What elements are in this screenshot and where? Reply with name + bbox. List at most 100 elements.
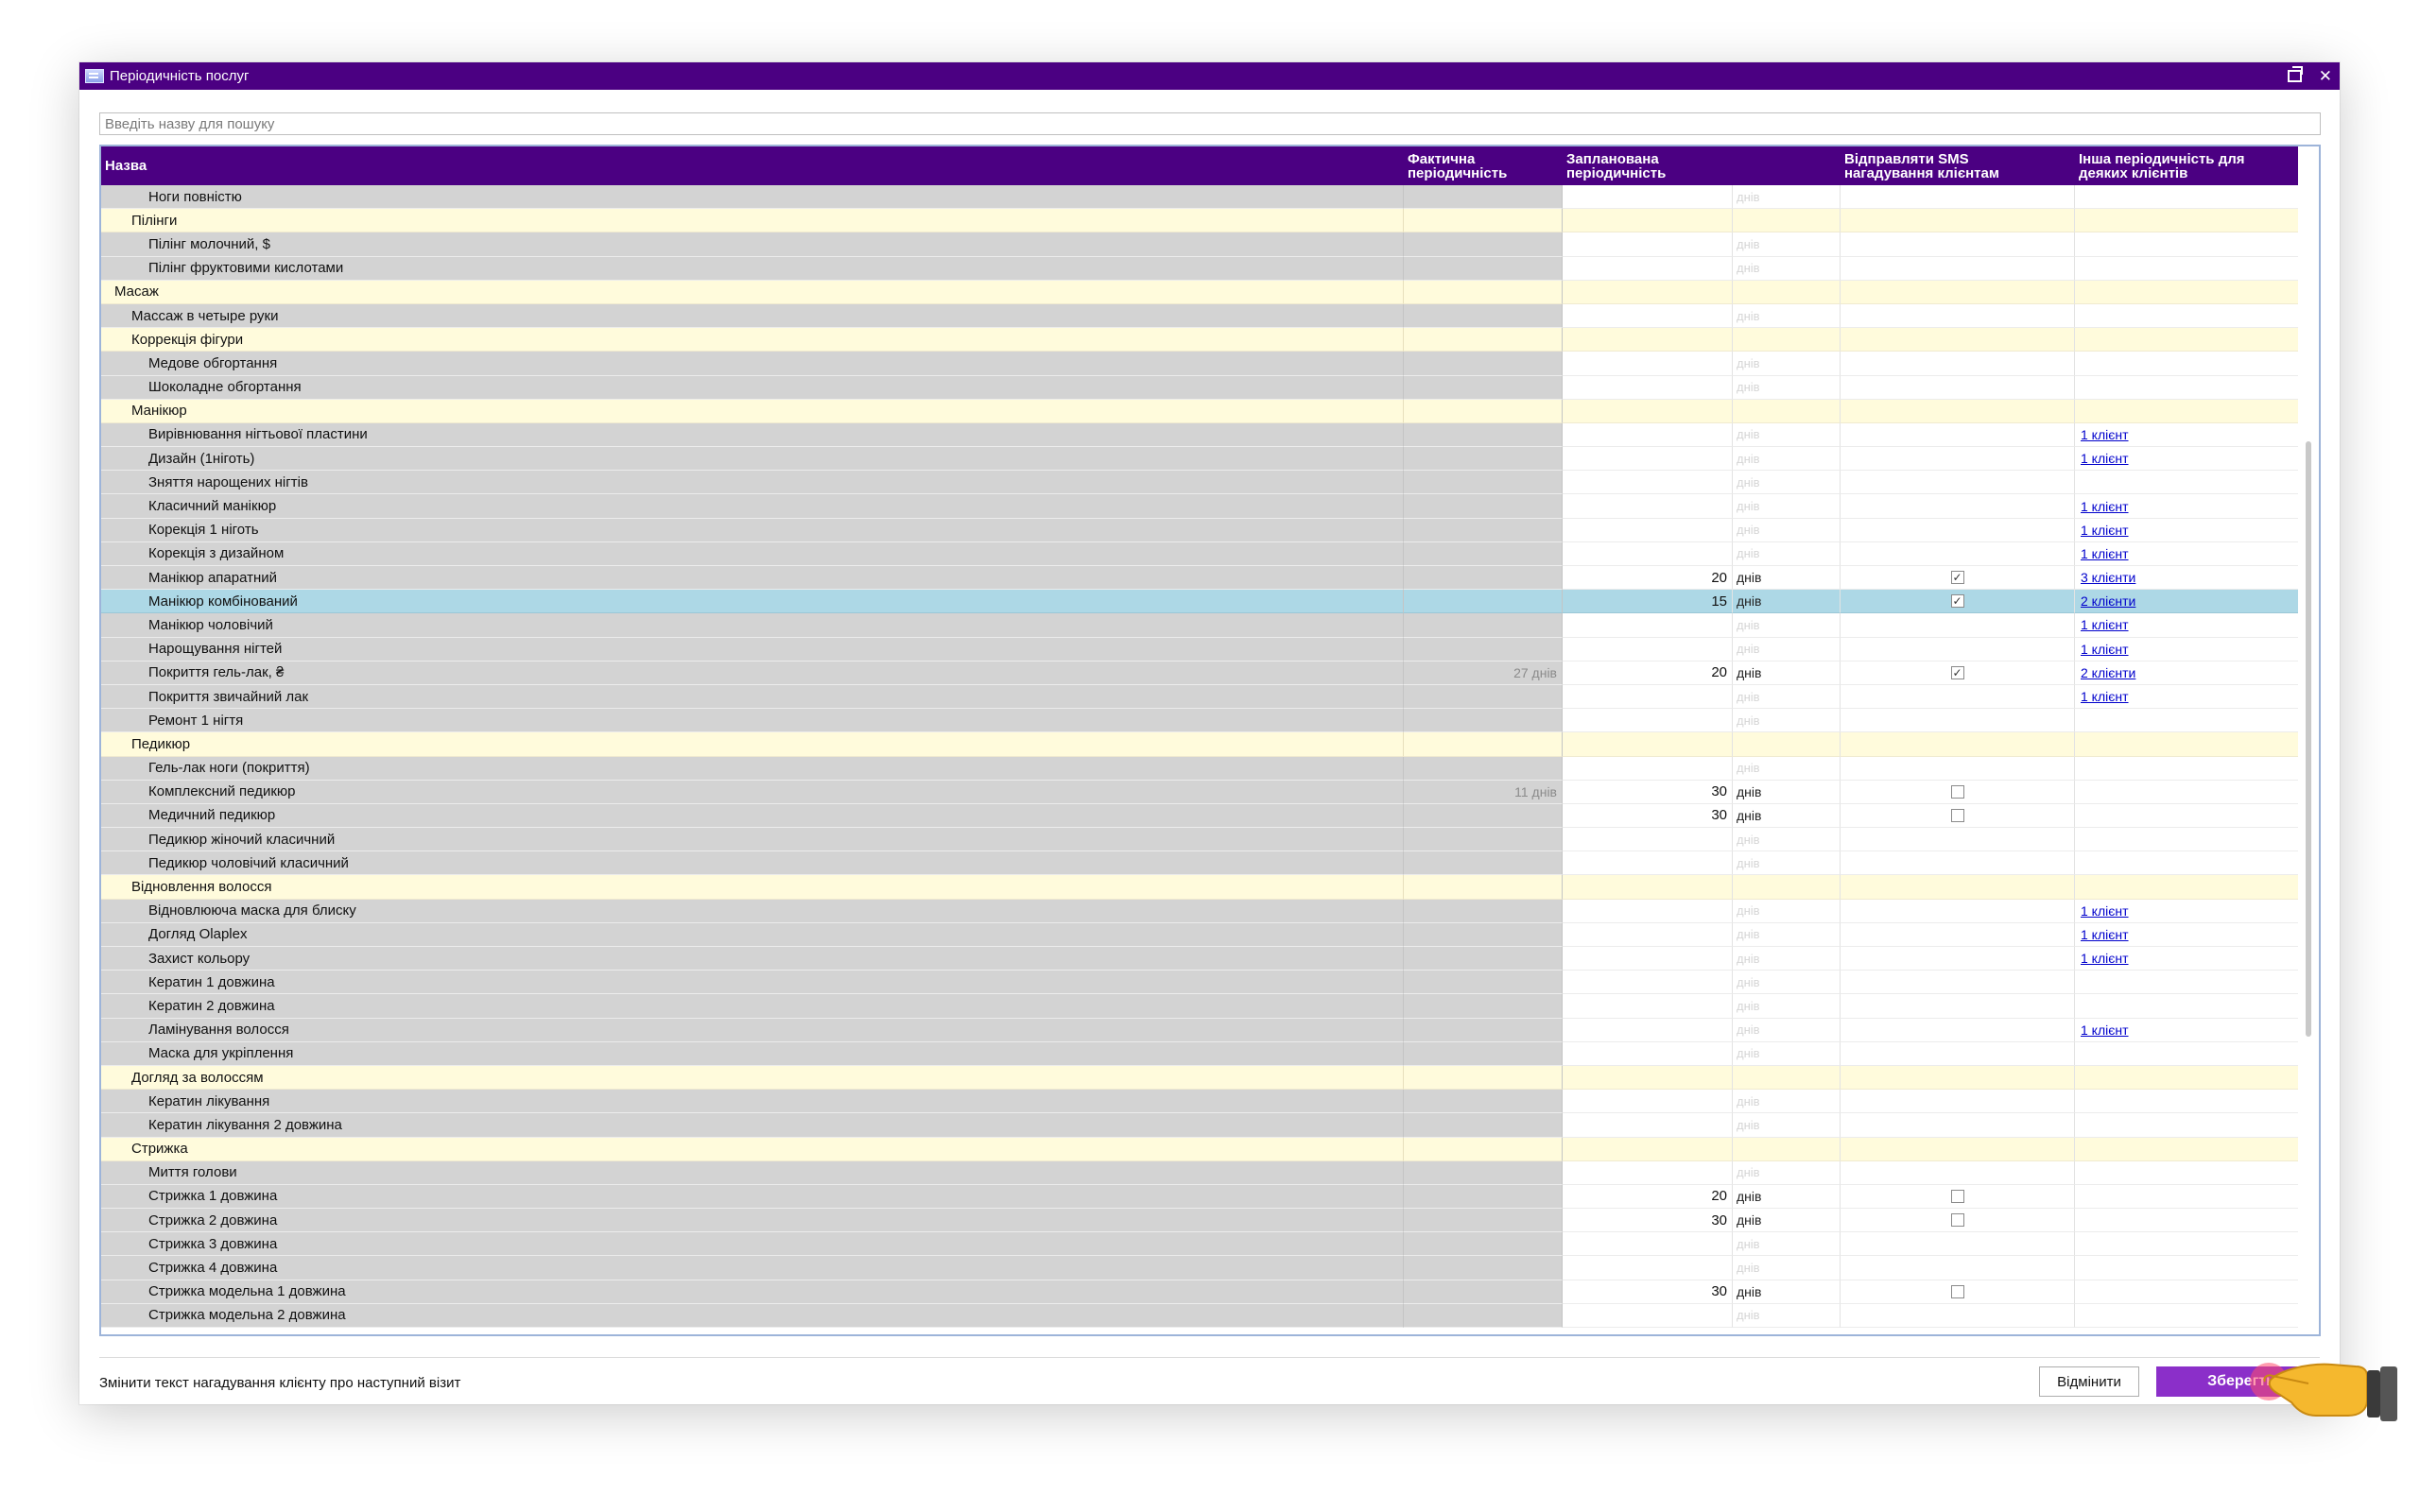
clients-link[interactable]: 1 клієнт bbox=[2081, 1022, 2129, 1038]
change-reminder-text-link[interactable]: Змінити текст нагадування клієнту про на… bbox=[99, 1375, 460, 1391]
planned-periodicity-cell[interactable] bbox=[1563, 303, 1733, 329]
column-header-other[interactable]: Інша періодичність для деяких клієнтів bbox=[2075, 146, 2298, 185]
planned-periodicity-cell[interactable]: 20 bbox=[1563, 566, 1733, 591]
sms-checkbox[interactable] bbox=[1950, 1284, 1964, 1298]
vertical-scrollbar[interactable] bbox=[2300, 146, 2317, 1334]
column-header-name[interactable]: Назва bbox=[101, 146, 1404, 185]
clients-link[interactable]: 2 клієнти bbox=[2081, 665, 2135, 680]
clients-link[interactable]: 1 клієнт bbox=[2081, 927, 2129, 942]
titlebar[interactable]: Періодичність послуг ✕ bbox=[79, 62, 2340, 90]
planned-periodicity-cell[interactable] bbox=[1563, 1160, 1733, 1185]
planned-periodicity-cell[interactable] bbox=[1563, 613, 1733, 638]
group-row[interactable]: Догляд за волоссям bbox=[101, 1065, 2298, 1091]
planned-periodicity-cell[interactable] bbox=[1563, 352, 1733, 376]
group-row[interactable]: Манікюр bbox=[101, 399, 2298, 423]
planned-periodicity-cell[interactable] bbox=[1563, 1090, 1733, 1114]
table-row[interactable]: Ламінування волосся днів 1 клієнт bbox=[101, 1018, 2298, 1042]
table-row[interactable]: Манікюр чоловічий днів 1 клієнт bbox=[101, 613, 2298, 638]
planned-periodicity-cell[interactable]: 30 bbox=[1563, 1209, 1733, 1233]
table-row[interactable]: Дизайн (1ніготь) днів 1 клієнт bbox=[101, 447, 2298, 472]
planned-periodicity-cell[interactable] bbox=[1563, 232, 1733, 257]
planned-periodicity-cell[interactable] bbox=[1563, 1113, 1733, 1138]
table-row[interactable]: Класичний манікюр днів 1 клієнт bbox=[101, 494, 2298, 519]
planned-periodicity-cell[interactable] bbox=[1563, 637, 1733, 662]
restore-icon[interactable] bbox=[2287, 66, 2303, 82]
table-row[interactable]: Захист кольору днів 1 клієнт bbox=[101, 947, 2298, 971]
planned-periodicity-cell[interactable] bbox=[1563, 828, 1733, 852]
planned-periodicity-cell[interactable] bbox=[1563, 447, 1733, 472]
clients-link[interactable]: 1 клієнт bbox=[2081, 951, 2129, 966]
planned-periodicity-cell[interactable] bbox=[1563, 922, 1733, 947]
table-row[interactable]: Массаж в четыре руки днів bbox=[101, 303, 2298, 329]
table-row[interactable]: Кератин лікування днів bbox=[101, 1090, 2298, 1114]
group-row[interactable]: Педикюр bbox=[101, 732, 2298, 757]
column-header-plan[interactable]: Запланована періодичність bbox=[1563, 146, 1841, 185]
planned-periodicity-cell[interactable]: 30 bbox=[1563, 803, 1733, 829]
table-row[interactable]: Медове обгортання днів bbox=[101, 352, 2298, 376]
clients-link[interactable]: 1 клієнт bbox=[2081, 499, 2129, 514]
table-row[interactable]: Стрижка модельна 1 довжина 30 днів bbox=[101, 1280, 2298, 1304]
table-row[interactable]: Кератин 1 довжина днів bbox=[101, 971, 2298, 995]
planned-periodicity-cell[interactable] bbox=[1563, 851, 1733, 876]
planned-periodicity-cell[interactable]: 15 bbox=[1563, 590, 1733, 614]
sms-checkbox-checked[interactable]: ✓ bbox=[1950, 594, 1964, 609]
planned-periodicity-cell[interactable] bbox=[1563, 422, 1733, 448]
planned-periodicity-cell[interactable] bbox=[1563, 709, 1733, 733]
planned-periodicity-cell[interactable] bbox=[1563, 1041, 1733, 1066]
table-row[interactable]: Кератин лікування 2 довжина днів bbox=[101, 1113, 2298, 1138]
sms-checkbox[interactable] bbox=[1950, 784, 1964, 799]
planned-periodicity-cell[interactable] bbox=[1563, 994, 1733, 1019]
table-row[interactable]: Миття голови днів bbox=[101, 1160, 2298, 1185]
clients-link[interactable]: 1 клієнт bbox=[2081, 427, 2129, 442]
group-row[interactable]: Масаж bbox=[101, 280, 2298, 304]
column-header-fact[interactable]: Фактична періодичність bbox=[1404, 146, 1563, 185]
planned-periodicity-cell[interactable] bbox=[1563, 971, 1733, 995]
table-row[interactable]: Вирівнювання нігтьової пластини днів 1 клі… bbox=[101, 422, 2298, 448]
clients-link[interactable]: 1 клієнт bbox=[2081, 451, 2129, 466]
planned-periodicity-cell[interactable]: 30 bbox=[1563, 780, 1733, 804]
table-row[interactable]: Стрижка 3 довжина днів bbox=[101, 1232, 2298, 1257]
sms-checkbox[interactable] bbox=[1950, 1213, 1964, 1228]
table-row[interactable]: Манікюр апаратний 20 днів ✓ 3 клієнти bbox=[101, 566, 2298, 591]
clients-link[interactable]: 1 клієнт bbox=[2081, 642, 2129, 657]
planned-periodicity-cell[interactable] bbox=[1563, 494, 1733, 519]
planned-periodicity-cell[interactable]: 20 bbox=[1563, 1184, 1733, 1210]
group-row[interactable]: Відновлення волосся bbox=[101, 875, 2298, 900]
column-header-sms[interactable]: Відправляти SMS нагадування клієнтам bbox=[1841, 146, 2075, 185]
sms-checkbox-checked[interactable]: ✓ bbox=[1950, 665, 1964, 679]
search-input[interactable] bbox=[99, 112, 2321, 135]
table-row[interactable]: Корекція з дизайном днів 1 клієнт bbox=[101, 541, 2298, 566]
table-row[interactable]: Педикюр чоловічий класичний днів bbox=[101, 851, 2298, 876]
planned-periodicity-cell[interactable] bbox=[1563, 899, 1733, 923]
table-row[interactable]: Гель-лак ноги (покриття) днів bbox=[101, 756, 2298, 781]
sms-checkbox[interactable] bbox=[1950, 808, 1964, 822]
planned-periodicity-cell[interactable]: 20 bbox=[1563, 661, 1733, 685]
planned-periodicity-cell[interactable] bbox=[1563, 375, 1733, 400]
close-icon[interactable]: ✕ bbox=[2319, 68, 2332, 84]
planned-periodicity-cell[interactable] bbox=[1563, 518, 1733, 542]
table-row[interactable]: Нарощування нігтей днів 1 клієнт bbox=[101, 637, 2298, 662]
planned-periodicity-cell[interactable] bbox=[1563, 1018, 1733, 1042]
scrollbar-thumb[interactable] bbox=[2306, 441, 2311, 1037]
group-row[interactable]: Стрижка bbox=[101, 1137, 2298, 1161]
sms-checkbox[interactable] bbox=[1950, 1189, 1964, 1203]
save-button[interactable]: Зберегти bbox=[2156, 1366, 2326, 1397]
table-row[interactable]: Шоколадне обгортання днів bbox=[101, 375, 2298, 400]
planned-periodicity-cell[interactable] bbox=[1563, 947, 1733, 971]
table-row[interactable]: Ремонт 1 нігтя днів bbox=[101, 709, 2298, 733]
clients-link[interactable]: 1 клієнт bbox=[2081, 523, 2129, 538]
clients-link[interactable]: 1 клієнт bbox=[2081, 617, 2129, 632]
planned-periodicity-cell[interactable] bbox=[1563, 1232, 1733, 1257]
table-row[interactable]: Комплексний педикюр 11 днів 30 днів bbox=[101, 780, 2298, 804]
table-row[interactable]: Манікюр комбінований 15 днів ✓ 2 клієнти bbox=[101, 590, 2298, 614]
clients-link[interactable]: 1 клієнт bbox=[2081, 546, 2129, 561]
table-row[interactable]: Кератин 2 довжина днів bbox=[101, 994, 2298, 1019]
planned-periodicity-cell[interactable] bbox=[1563, 1256, 1733, 1280]
clients-link[interactable]: 1 клієнт bbox=[2081, 689, 2129, 704]
table-row[interactable]: Догляд Olaplex днів 1 клієнт bbox=[101, 922, 2298, 947]
table-row[interactable]: Педикюр жіночий класичний днів bbox=[101, 828, 2298, 852]
planned-periodicity-cell[interactable] bbox=[1563, 471, 1733, 495]
table-row[interactable]: Відновлююча маска для блиску днів 1 клієнт bbox=[101, 899, 2298, 923]
table-row[interactable]: Стрижка 4 довжина днів bbox=[101, 1256, 2298, 1280]
planned-periodicity-cell[interactable] bbox=[1563, 541, 1733, 566]
